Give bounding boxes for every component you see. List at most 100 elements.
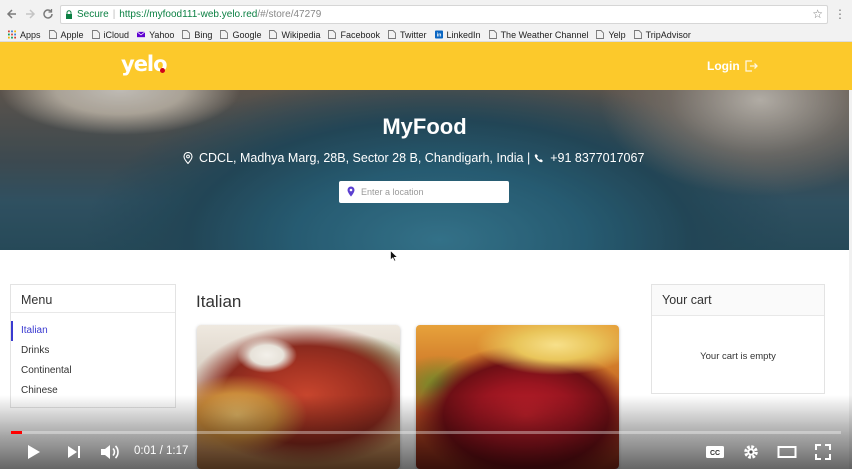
cart-panel: Your cart Your cart is empty <box>651 284 825 394</box>
browser-menu-icon[interactable]: ⋮ <box>834 7 846 21</box>
page-icon <box>388 30 400 39</box>
screen: Secure | https://myfood111-web.yelo.red /… <box>0 0 852 469</box>
bookmark-apps[interactable]: Apps <box>8 30 41 40</box>
bookmark-label: Wikipedia <box>281 29 321 40</box>
menu-item-continental[interactable]: Continental <box>11 361 175 381</box>
bookmark-label: Google <box>232 29 262 40</box>
page-icon <box>182 30 194 39</box>
progress-played <box>11 431 22 434</box>
bookmark-label: Twitter <box>400 29 427 40</box>
fullscreen-icon <box>815 444 831 460</box>
page-icon <box>328 30 340 39</box>
svg-text:in: in <box>436 33 441 39</box>
time-display: 0:01 / 1:17 <box>134 445 189 457</box>
bookmark-wikipedia[interactable]: Wikipedia <box>269 30 320 40</box>
forward-icon[interactable] <box>20 4 40 24</box>
theater-mode-icon <box>777 446 797 458</box>
section-title: Italian <box>196 292 242 311</box>
theater-mode-button[interactable] <box>775 441 799 463</box>
map-pin-icon <box>183 152 193 164</box>
reload-icon[interactable] <box>38 4 58 24</box>
browser-toolbar: Secure | https://myfood111-web.yelo.red /… <box>0 0 852 28</box>
page-icon <box>91 30 104 39</box>
login-icon <box>745 60 758 72</box>
back-icon[interactable] <box>2 4 22 24</box>
bookmark-label: Yahoo <box>149 29 175 40</box>
yahoo-mail-icon <box>137 30 149 39</box>
store-name: MyFood <box>382 114 467 139</box>
bookmark-label: Facebook <box>340 29 381 40</box>
page-icon <box>488 30 501 39</box>
progress-bar[interactable] <box>11 431 841 434</box>
cart-empty-text: Your cart is empty <box>700 351 776 362</box>
gear-icon <box>744 445 758 459</box>
page-icon <box>220 30 232 39</box>
bookmark-label: LinkedIn <box>446 29 481 40</box>
bookmark-label: The Weather Channel <box>500 29 589 40</box>
page-icon <box>633 30 646 39</box>
captions-icon: CC <box>706 446 724 458</box>
captions-button[interactable]: CC <box>704 441 726 463</box>
url-path: /#/store/47279 <box>257 9 322 20</box>
skip-next-icon <box>68 446 80 458</box>
bookmark-linkedin[interactable]: in LinkedIn <box>434 29 481 40</box>
bookmark-icloud[interactable]: iCloud <box>91 29 130 40</box>
menu-item-italian[interactable]: Italian <box>11 321 175 341</box>
volume-icon <box>101 445 119 459</box>
current-time: 0:01 <box>134 445 157 457</box>
page-icon <box>596 30 608 39</box>
bookmarks-bar: Apps Apple iCloud Yahoo Bing Google Wikipedia F… <box>0 28 852 42</box>
bookmark-twitter[interactable]: Twitter <box>388 30 427 40</box>
volume-button[interactable] <box>99 441 121 463</box>
play-icon <box>28 445 40 459</box>
play-button[interactable] <box>24 441 44 463</box>
bookmark-facebook[interactable]: Facebook <box>328 30 380 40</box>
bookmark-label: TripAdvisor <box>645 29 691 40</box>
next-button[interactable] <box>64 441 84 463</box>
bookmark-yelp[interactable]: Yelp <box>596 29 626 40</box>
yelo-logo[interactable]: yelo <box>121 52 168 76</box>
mouse-cursor-icon <box>390 250 398 262</box>
url-separator: | <box>112 9 116 20</box>
login-label: Login <box>707 59 740 73</box>
bookmark-label: Yelp <box>608 29 626 40</box>
store-phone: +91 8377017067 <box>550 151 645 165</box>
bookmark-google[interactable]: Google <box>220 30 261 40</box>
menu-title: Menu <box>11 285 175 313</box>
bookmark-label: iCloud <box>103 29 130 40</box>
address-bar[interactable]: Secure | https://myfood111-web.yelo.red /… <box>60 5 828 24</box>
store-hero: MyFood CDCL, Madhya Marg, 28B, Sector 28… <box>0 90 849 250</box>
menu-list: Italian Drinks Continental Chinese <box>11 313 175 401</box>
logo-dot <box>160 68 165 73</box>
login-button[interactable]: Login <box>707 59 758 73</box>
bookmark-label: Bing <box>194 29 213 40</box>
cart-title: Your cart <box>652 285 824 316</box>
settings-button[interactable] <box>740 441 762 463</box>
linkedin-icon: in <box>434 30 447 39</box>
phone-icon <box>534 154 544 163</box>
lock-icon <box>66 10 72 19</box>
location-search[interactable] <box>339 181 509 203</box>
store-address: CDCL, Madhya Marg, 28B, Sector 28 B, Cha… <box>199 151 531 165</box>
bookmark-label: Apple <box>60 29 84 40</box>
location-input[interactable] <box>361 187 491 197</box>
category-menu: Menu Italian Drinks Continental Chinese <box>10 284 176 408</box>
bookmark-bing[interactable]: Bing <box>182 30 212 40</box>
bookmark-apple[interactable]: Apple <box>48 29 84 40</box>
duration: 1:17 <box>165 445 189 457</box>
store-address-line: CDCL, Madhya Marg, 28B, Sector 28 B, Cha… <box>183 151 644 165</box>
apps-grid-icon <box>8 30 20 39</box>
menu-item-drinks[interactable]: Drinks <box>11 341 175 361</box>
page-icon <box>269 30 281 39</box>
page-icon <box>48 30 61 39</box>
bookmark-tripadvisor[interactable]: TripAdvisor <box>633 29 691 40</box>
svg-text:CC: CC <box>710 450 720 457</box>
secure-label: Secure <box>77 9 109 20</box>
location-pin-icon <box>347 186 355 197</box>
site-header: yelo Login <box>0 42 852 90</box>
bookmark-the-weather-channel[interactable]: The Weather Channel <box>488 29 589 40</box>
fullscreen-button[interactable] <box>812 441 834 463</box>
bookmark-yahoo[interactable]: Yahoo <box>137 30 174 40</box>
bookmark-star-icon[interactable]: ☆ <box>812 7 823 21</box>
url-host: https://myfood111-web.yelo.red <box>119 9 258 20</box>
